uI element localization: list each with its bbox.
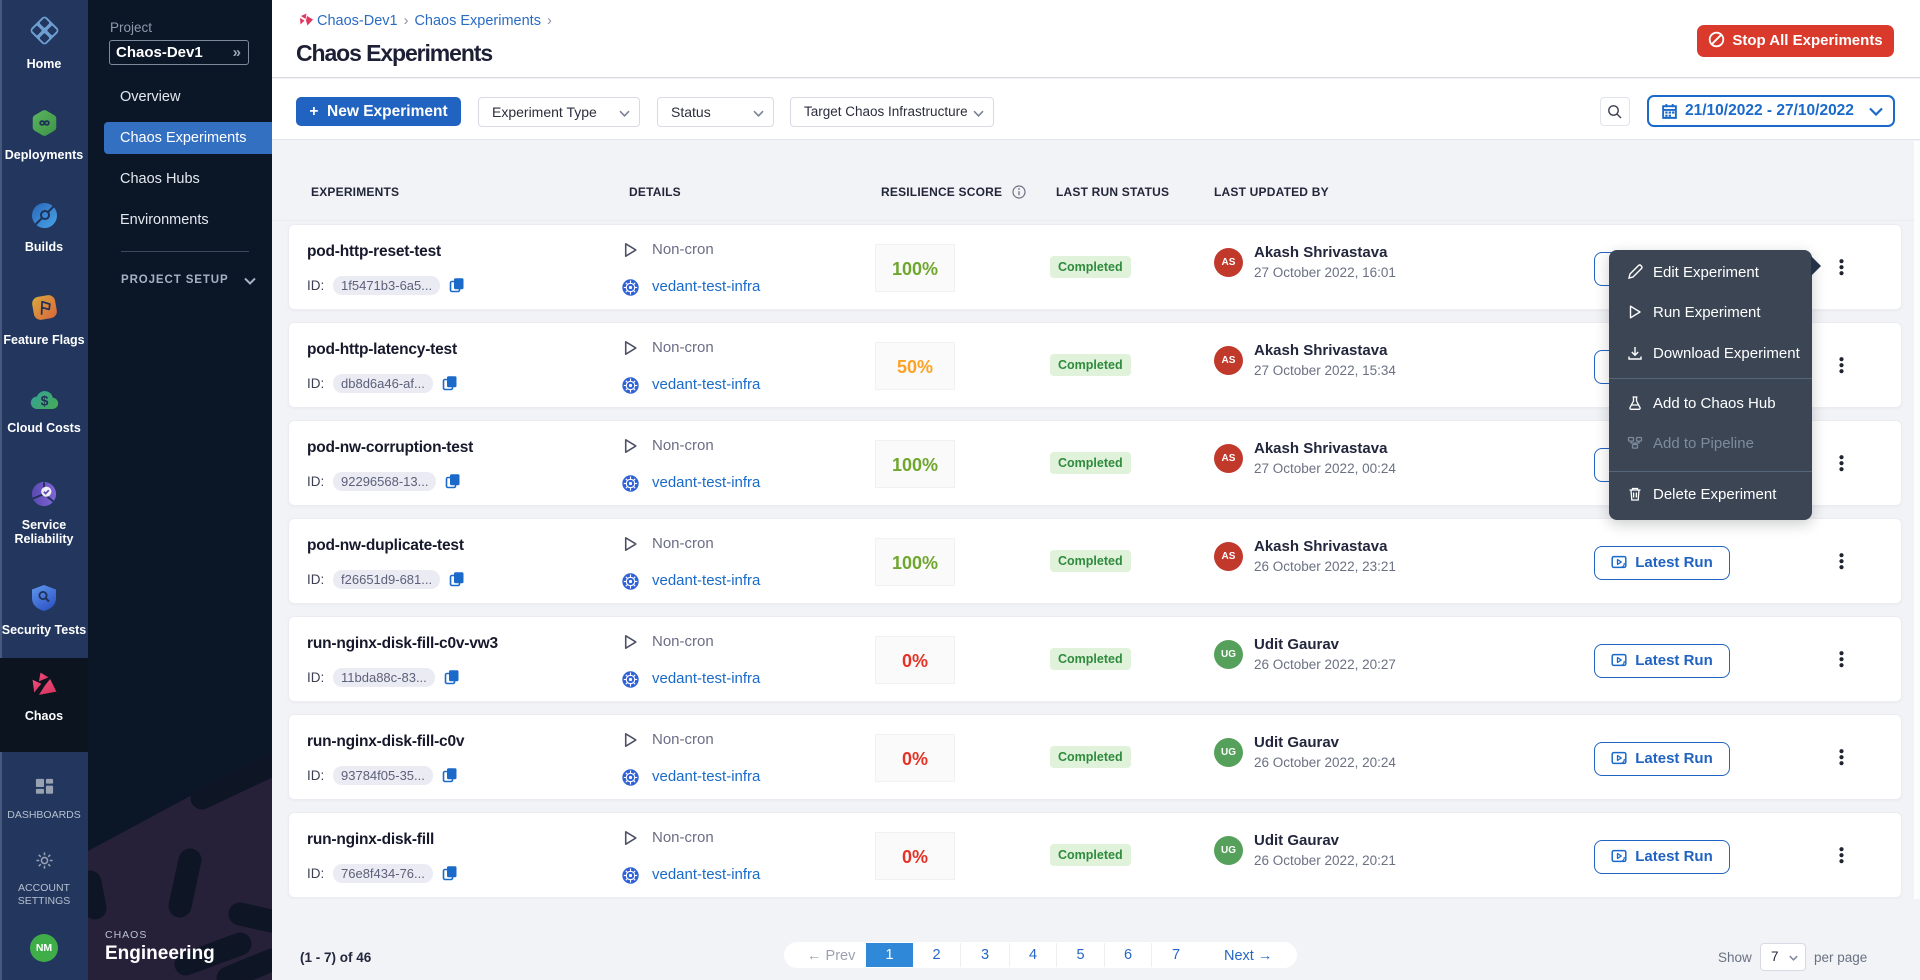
svg-text:$: $ [41, 393, 49, 409]
